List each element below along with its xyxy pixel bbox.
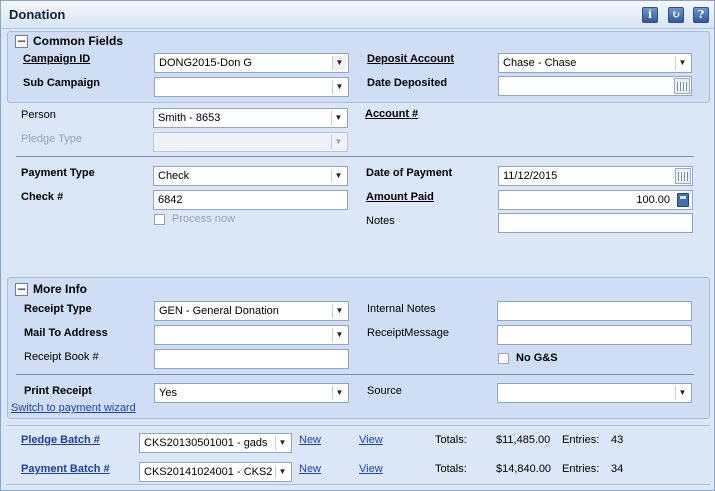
- calendar-icon[interactable]: [675, 168, 691, 184]
- process-now-label: Process now: [172, 213, 235, 225]
- account-number-link[interactable]: Account #: [365, 108, 418, 120]
- deposit-account-label[interactable]: Deposit Account: [367, 53, 454, 65]
- collapse-common-fields-toggle[interactable]: −: [15, 35, 28, 48]
- pledge-type-select: ▼: [153, 132, 348, 152]
- chevron-down-icon[interactable]: ▼: [332, 80, 346, 94]
- pledge-type-label: Pledge Type: [21, 133, 82, 145]
- print-receipt-label: Print Receipt: [24, 385, 92, 397]
- pledge-batch-new-link[interactable]: New: [299, 434, 321, 446]
- pledge-entries-label: Entries:: [562, 434, 600, 446]
- deposit-account-select[interactable]: Chase - Chase ▼: [498, 53, 692, 73]
- divider: [7, 425, 710, 426]
- donation-window: Donation i ↻ ? − Common Fields Campaign …: [0, 0, 715, 491]
- mail-to-address-select[interactable]: ▼: [154, 325, 349, 345]
- source-select[interactable]: ▼: [497, 383, 692, 403]
- common-fields-heading: Common Fields: [33, 34, 124, 48]
- divider: [16, 374, 694, 375]
- check-number-label: Check #: [21, 191, 64, 203]
- notes-input[interactable]: [498, 213, 693, 233]
- source-label: Source: [367, 385, 402, 397]
- date-deposited-label: Date Deposited: [367, 77, 448, 89]
- receipt-message-label: ReceiptMessage: [367, 327, 449, 339]
- print-receipt-select[interactable]: Yes ▼: [154, 383, 349, 403]
- payment-entries-value: 34: [611, 463, 624, 475]
- receipt-book-input[interactable]: [154, 349, 349, 369]
- chevron-down-icon[interactable]: ▼: [675, 56, 689, 70]
- payment-totals-label: Totals:: [435, 463, 467, 475]
- payment-type-select[interactable]: Check ▼: [153, 166, 348, 186]
- collapse-more-info-toggle[interactable]: −: [15, 283, 28, 296]
- process-now-checkbox[interactable]: [154, 214, 165, 225]
- mail-to-address-label: Mail To Address: [24, 327, 108, 339]
- pledge-totals-value: $11,485.00: [496, 434, 551, 446]
- payment-batch-new-link[interactable]: New: [299, 463, 321, 475]
- payment-totals-value: $14,840.00: [496, 463, 552, 475]
- calculator-icon[interactable]: [677, 193, 689, 207]
- receipt-message-input[interactable]: [497, 325, 692, 345]
- date-of-payment-input[interactable]: 11/12/2015: [498, 166, 693, 186]
- chevron-down-icon[interactable]: ▼: [275, 465, 289, 479]
- window-title: Donation: [9, 7, 66, 22]
- no-gs-label: No G&S: [516, 352, 558, 364]
- payment-batch-view-link[interactable]: View: [359, 463, 383, 475]
- chevron-down-icon[interactable]: ▼: [331, 111, 345, 125]
- receipt-type-select[interactable]: GEN - General Donation ▼: [154, 301, 349, 321]
- date-of-payment-label: Date of Payment: [366, 167, 453, 179]
- calendar-icon[interactable]: [674, 78, 690, 94]
- pledge-entries-value: 43: [611, 434, 624, 446]
- person-select[interactable]: Smith - 8653 ▼: [153, 108, 348, 128]
- internal-notes-input[interactable]: [497, 301, 692, 321]
- receipt-type-label: Receipt Type: [24, 303, 92, 315]
- help-icon[interactable]: ?: [693, 7, 709, 23]
- date-deposited-input[interactable]: [498, 76, 692, 96]
- payment-entries-label: Entries:: [562, 463, 600, 475]
- amount-paid-input[interactable]: 100.00: [498, 190, 693, 210]
- chevron-down-icon[interactable]: ▼: [332, 56, 346, 70]
- more-info-heading: More Info: [33, 282, 87, 296]
- payment-type-label: Payment Type: [21, 167, 95, 179]
- chevron-down-icon: ▼: [331, 135, 345, 149]
- chevron-down-icon[interactable]: ▼: [332, 328, 346, 342]
- chevron-down-icon[interactable]: ▼: [332, 386, 346, 400]
- payment-batch-label[interactable]: Payment Batch #: [21, 463, 110, 475]
- internal-notes-label: Internal Notes: [367, 303, 436, 315]
- refresh-icon[interactable]: ↻: [668, 7, 684, 23]
- sub-campaign-select[interactable]: ▼: [154, 77, 349, 97]
- amount-paid-label[interactable]: Amount Paid: [366, 191, 434, 203]
- check-number-input[interactable]: 6842: [153, 190, 348, 210]
- info-icon[interactable]: i: [642, 7, 658, 23]
- campaign-id-label[interactable]: Campaign ID: [23, 53, 90, 65]
- pledge-batch-view-link[interactable]: View: [359, 434, 383, 446]
- chevron-down-icon[interactable]: ▼: [675, 386, 689, 400]
- switch-to-payment-wizard-link[interactable]: Switch to payment wizard: [11, 402, 136, 414]
- divider: [16, 156, 694, 157]
- campaign-id-select[interactable]: DONG2015-Don G ▼: [154, 53, 349, 73]
- title-bar: Donation i ↻ ?: [1, 1, 714, 29]
- divider: [7, 484, 710, 485]
- pledge-totals-label: Totals:: [435, 434, 467, 446]
- chevron-down-icon[interactable]: ▼: [275, 436, 289, 450]
- no-gs-checkbox[interactable]: [498, 353, 509, 364]
- sub-campaign-label: Sub Campaign: [23, 77, 101, 89]
- notes-label: Notes: [366, 215, 395, 227]
- payment-batch-select[interactable]: CKS20141024001 - CKS2 ▼: [139, 462, 292, 482]
- person-label: Person: [21, 109, 56, 121]
- pledge-batch-label[interactable]: Pledge Batch #: [21, 434, 100, 446]
- chevron-down-icon[interactable]: ▼: [331, 169, 345, 183]
- chevron-down-icon[interactable]: ▼: [332, 304, 346, 318]
- receipt-book-label: Receipt Book #: [24, 351, 99, 363]
- pledge-batch-select[interactable]: CKS20130501001 - gads ▼: [139, 433, 292, 453]
